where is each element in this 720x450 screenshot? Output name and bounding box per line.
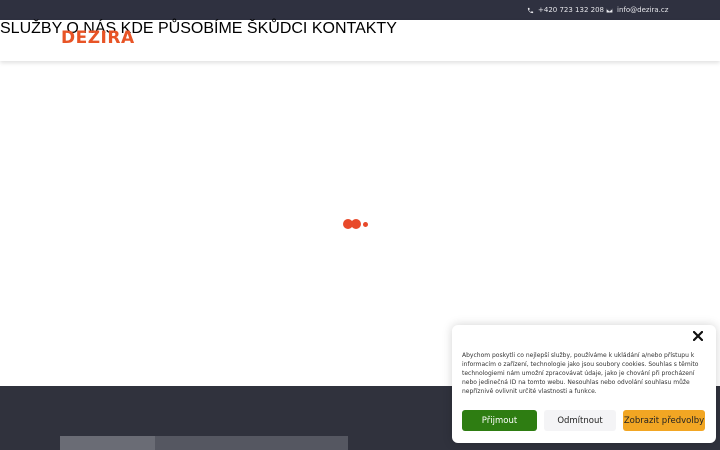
cookie-consent-dialog: Abychom poskytli co nejlepší služby, pou…: [452, 325, 716, 443]
close-button[interactable]: [693, 331, 705, 343]
loader-dot: [351, 219, 361, 229]
preferences-button[interactable]: Zobrazit předvolby: [623, 410, 705, 431]
site-header: DEZIRA SLUŽBY O NÁS KDE PŮSOBÍME ŠKŮDCI …: [0, 20, 720, 61]
deny-button[interactable]: Odmítnout: [544, 410, 616, 431]
top-contact-bar: +420 723 132 208 info@dezira.cz: [0, 0, 720, 20]
phone-number: +420 723 132 208: [538, 6, 604, 14]
site-logo[interactable]: DEZIRA: [61, 28, 135, 48]
nav-item-sluzby[interactable]: SLUŽBY: [0, 20, 62, 37]
close-icon: [693, 331, 705, 341]
nav-item-kontakty[interactable]: KONTAKTY: [312, 20, 397, 37]
accept-button[interactable]: Přijmout: [462, 410, 537, 431]
phone-contact[interactable]: +420 723 132 208: [527, 0, 604, 20]
email-contact[interactable]: info@dezira.cz: [606, 0, 668, 20]
section-image: [60, 436, 348, 450]
loader-dot: [363, 221, 368, 227]
nav-item-skudci[interactable]: ŠKŮDCI: [247, 20, 307, 37]
loading-dots-icon: [343, 218, 373, 230]
envelope-icon: [606, 7, 613, 14]
cookie-text: Abychom poskytli co nejlepší služby, pou…: [462, 352, 699, 395]
phone-icon: [527, 7, 534, 14]
nav-item-kde-pusobime[interactable]: KDE PŮSOBÍME: [121, 20, 243, 37]
email-address: info@dezira.cz: [617, 6, 669, 14]
